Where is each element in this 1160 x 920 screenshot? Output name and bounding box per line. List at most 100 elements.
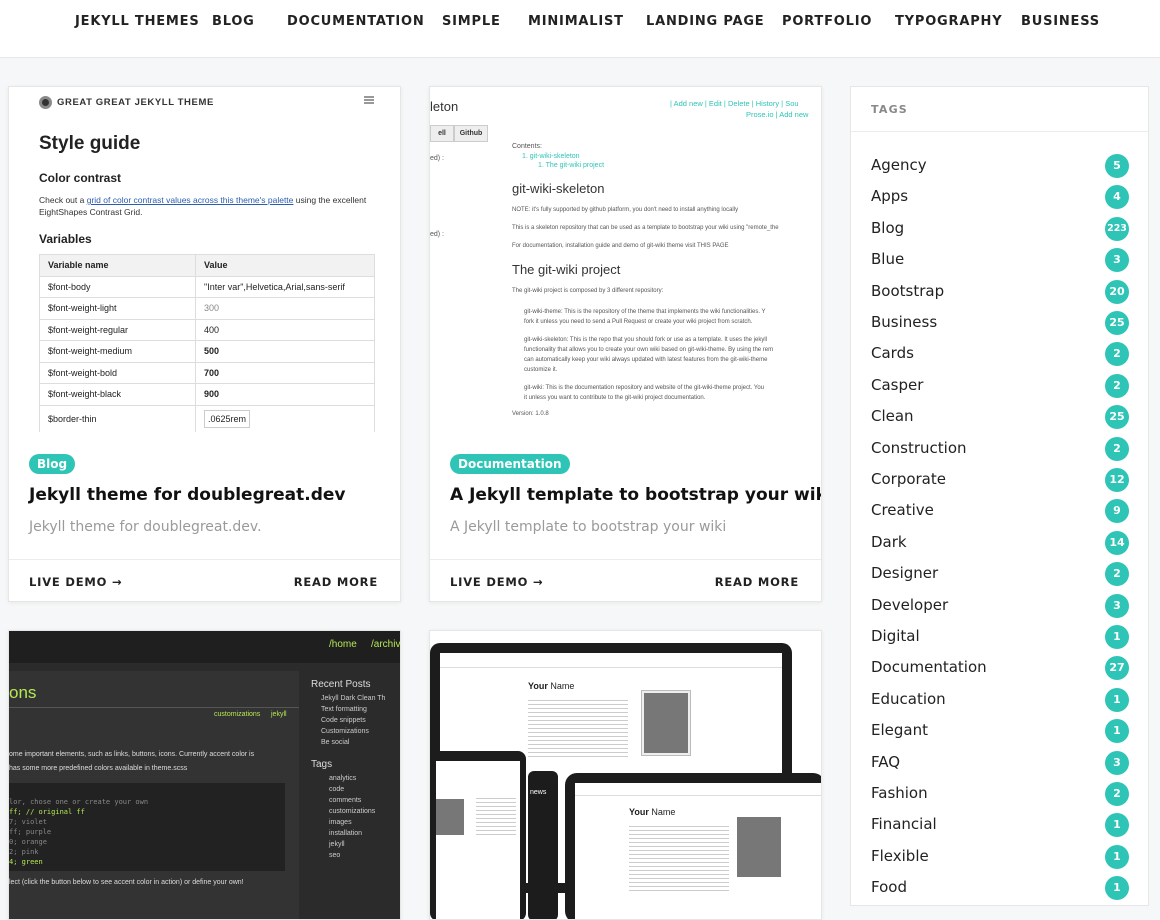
tag-count-badge: 1: [1105, 719, 1129, 744]
tag-item[interactable]: Food 1: [871, 876, 1129, 901]
site-text: [528, 697, 628, 757]
tag-name: Apps: [871, 187, 909, 206]
tag-name: Flexible: [871, 846, 929, 865]
tag-item[interactable]: Education 1: [871, 687, 1129, 712]
tag-item[interactable]: Digital 1: [871, 625, 1129, 649]
category-badge[interactable]: Blog: [29, 454, 76, 474]
site-name: Your Name: [629, 807, 676, 817]
card-divider: [9, 559, 400, 560]
tag-item[interactable]: Flexible 1: [871, 844, 1129, 869]
color-contrast-heading: Color contrast: [39, 171, 122, 185]
nav-link-jekyll-themes[interactable]: JEKYLL THEMES: [75, 14, 200, 29]
dark-paragraph: has some more predefined colors availabl…: [9, 765, 188, 772]
tag-item[interactable]: Corporate 12: [871, 468, 1129, 492]
dark-tag-link[interactable]: installation: [329, 828, 375, 839]
tag-name: Business: [871, 313, 938, 331]
variables-table: Variable name Value $font-body "Inter var"…: [39, 254, 375, 432]
read-more-link[interactable]: READ MORE: [715, 575, 799, 589]
color-contrast-text: Check out a grid of color contrast value…: [39, 195, 367, 217]
wiki-bullet: git-wiki: This is the documentation repo…: [524, 385, 765, 401]
nav-link-typography[interactable]: TYPOGRAPHY: [895, 14, 1002, 29]
recent-posts-heading: Recent Posts: [311, 679, 371, 690]
nav-link-simple[interactable]: SIMPLE: [442, 14, 501, 29]
theme-card: /home /archiv ons customizations jekyll …: [8, 630, 401, 920]
tag-name: Creative: [871, 501, 934, 520]
recent-post-link[interactable]: Jekyll Dark Clean Th: [321, 693, 385, 704]
dark-paragraph: ome important elements, such as links, b…: [9, 751, 255, 758]
dark-tag-link[interactable]: customizations: [329, 806, 375, 817]
tag-name: FAQ: [871, 752, 901, 771]
tag-count-badge: 4: [1105, 185, 1129, 210]
portrait-image: [737, 817, 781, 877]
tag-count-badge: 2: [1105, 782, 1129, 806]
live-demo-link[interactable]: LIVE DEMO →: [29, 575, 122, 589]
nav-link-documentation[interactable]: DOCUMENTATION: [287, 14, 425, 29]
recent-post-link[interactable]: Code snippets: [321, 715, 385, 726]
tag-item[interactable]: Construction 2: [871, 436, 1129, 461]
tag-item[interactable]: Elegant 1: [871, 719, 1129, 744]
dark-tag-link[interactable]: images: [329, 817, 375, 828]
dark-tag-link[interactable]: jekyll: [329, 839, 375, 850]
nav-link-landing-page[interactable]: LANDING PAGE: [646, 14, 764, 29]
nav-link-portfolio[interactable]: PORTFOLIO: [782, 14, 872, 29]
tag-item[interactable]: Blog 223: [871, 216, 1129, 241]
dark-tag-link[interactable]: code: [329, 784, 375, 795]
dark-crumb[interactable]: /archiv: [371, 639, 400, 650]
dark-tag-link[interactable]: comments: [329, 795, 375, 806]
card-thumbnail[interactable]: /home /archiv ons customizations jekyll …: [9, 631, 400, 919]
read-more-link[interactable]: READ MORE: [294, 575, 378, 589]
tag-name: Financial: [871, 815, 937, 834]
tag-item[interactable]: Designer 2: [871, 562, 1129, 587]
wiki-toc-item[interactable]: 1. git-wiki-skeleton: [522, 153, 580, 160]
portrait-image: [642, 691, 690, 755]
tag-item[interactable]: Cards 2: [871, 342, 1129, 367]
tag-item[interactable]: Bootstrap 20: [871, 279, 1129, 304]
wiki-tab-github[interactable]: Github: [454, 125, 488, 142]
wiki-bullet: git-wiki-skeleton: This is the repo that…: [524, 337, 774, 373]
tags-sidebar: TAGS Agency 5 Apps 4 Blog 223 Blue 3 Bootstrap 20…: [850, 86, 1149, 906]
card-thumbnail[interactable]: Your Name news Your Name: [430, 631, 821, 919]
wiki-paragraph: NOTE: it's fully supported by github pla…: [512, 207, 739, 213]
tag-item[interactable]: Documentation 27: [871, 656, 1129, 681]
tag-item[interactable]: FAQ 3: [871, 750, 1129, 775]
wiki-toolbar-secondary[interactable]: Prose.io | Add new: [746, 110, 808, 119]
tag-item[interactable]: Financial 1: [871, 813, 1129, 838]
tag-count-badge: 2: [1105, 436, 1129, 461]
wiki-toolbar[interactable]: | Add new | Edit | Delete | History | So…: [670, 99, 799, 108]
wiki-toc-item[interactable]: 1. The git-wiki project: [538, 162, 604, 169]
card-thumbnail[interactable]: GREAT GREAT JEKYLL THEME Style guide Col…: [9, 87, 400, 432]
tag-item[interactable]: Fashion 2: [871, 782, 1129, 806]
tag-item[interactable]: Casper 2: [871, 373, 1129, 398]
theme-card: leton | Add new | Edit | Delete | Histor…: [429, 86, 822, 602]
live-demo-link[interactable]: LIVE DEMO →: [450, 575, 543, 589]
tag-item[interactable]: Dark 14: [871, 530, 1129, 555]
dark-crumb[interactable]: /home: [329, 639, 357, 650]
dark-meta-tag[interactable]: customizations: [214, 711, 260, 718]
dark-meta-tag[interactable]: jekyll: [271, 711, 287, 718]
category-badge[interactable]: Documentation: [450, 454, 570, 474]
recent-post-link[interactable]: Be social: [321, 737, 385, 748]
dark-tag-link[interactable]: analytics: [329, 773, 375, 784]
tag-count-badge: 1: [1105, 844, 1129, 869]
tag-name: Agency: [871, 156, 927, 174]
tag-item[interactable]: Creative 9: [871, 499, 1129, 524]
wiki-tab[interactable]: ell: [430, 125, 454, 142]
recent-post-link[interactable]: Customizations: [321, 726, 385, 737]
tag-item[interactable]: Agency 5: [871, 154, 1129, 178]
tag-item[interactable]: Apps 4: [871, 185, 1129, 210]
recent-post-link[interactable]: Text formatting: [321, 704, 385, 715]
tag-item[interactable]: Developer 3: [871, 593, 1129, 618]
card-title[interactable]: A Jekyll template to bootstrap your wiki: [450, 485, 821, 505]
tag-item[interactable]: Clean 25: [871, 405, 1129, 430]
nav-link-business[interactable]: BUSINESS: [1021, 14, 1100, 29]
tag-item[interactable]: Business 25: [871, 311, 1129, 335]
dark-tag-link[interactable]: seo: [329, 850, 375, 861]
nav-link-minimalist[interactable]: MINIMALIST: [528, 14, 624, 29]
nav-link-blog[interactable]: BLOG: [212, 14, 255, 29]
card-thumbnail[interactable]: leton | Add new | Edit | Delete | Histor…: [430, 87, 821, 432]
tag-item[interactable]: Blue 3: [871, 248, 1129, 273]
tag-count-badge: 2: [1105, 562, 1129, 587]
tag-name: Clean: [871, 407, 914, 426]
tag-name: Blue: [871, 250, 905, 269]
card-title[interactable]: Jekyll theme for doublegreat.dev: [29, 485, 346, 505]
